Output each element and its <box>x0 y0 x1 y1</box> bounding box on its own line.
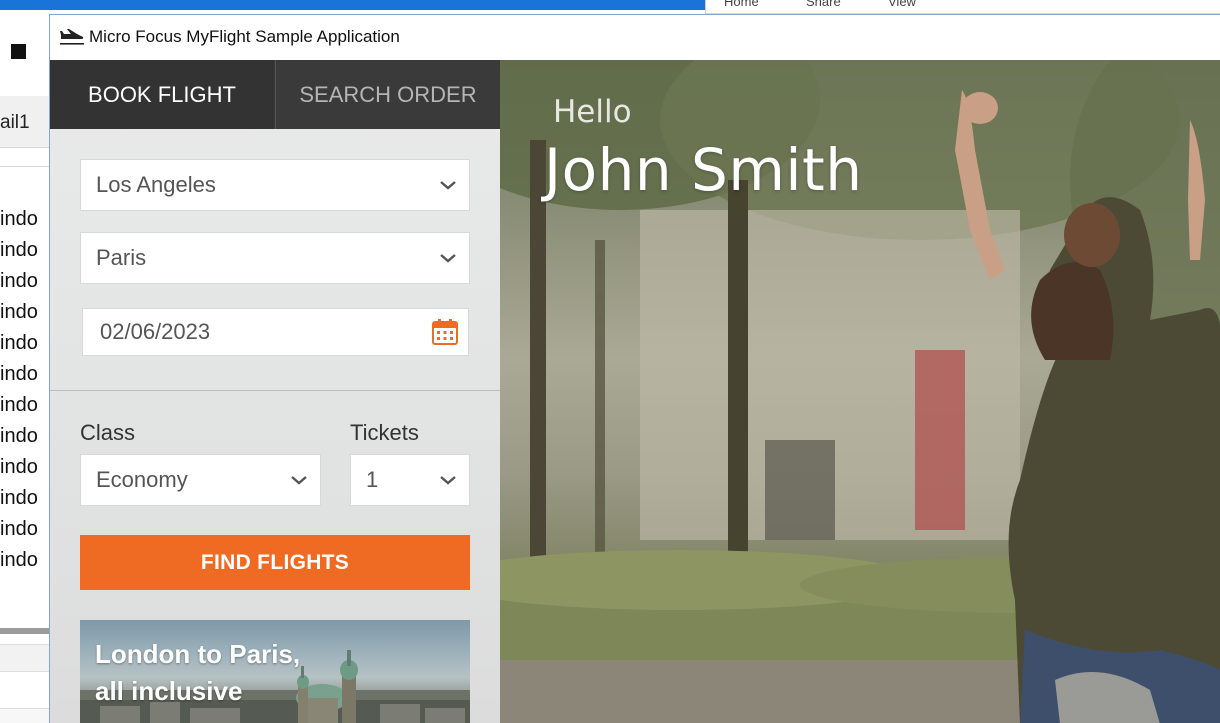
background-window-titlebar <box>0 0 705 10</box>
to-city-select[interactable]: Paris <box>80 232 470 284</box>
tab-search-order[interactable]: SEARCH ORDER <box>275 60 500 129</box>
title-bar[interactable]: Micro Focus MyFlight Sample Application <box>50 15 1220 60</box>
background-list-item[interactable]: indo <box>0 421 50 452</box>
tickets-label: Tickets <box>350 420 419 445</box>
class-label: Class <box>80 420 136 445</box>
promo-line-2: all inclusive <box>95 676 243 706</box>
background-list: indo indo indo indo indo indo indo indo … <box>0 204 50 576</box>
background-list-item[interactable]: indo <box>0 235 50 266</box>
greeting-user-name: John Smith <box>544 136 863 204</box>
background-list-item[interactable]: indo <box>0 545 50 576</box>
calendar-icon[interactable] <box>431 318 459 346</box>
booking-panel: BOOK FLIGHT SEARCH ORDER Los Angeles Par… <box>50 60 500 723</box>
background-list-item[interactable]: indo <box>0 297 50 328</box>
background-folder-item[interactable]: ail1 <box>0 96 50 148</box>
background-list-item[interactable]: indo <box>0 390 50 421</box>
background-list-item[interactable]: indo <box>0 359 50 390</box>
from-city-value: Los Angeles <box>96 172 216 197</box>
airplane-icon <box>60 29 84 45</box>
chevron-down-icon <box>440 181 456 190</box>
to-city-value: Paris <box>96 245 147 270</box>
tab-bar: BOOK FLIGHT SEARCH ORDER <box>50 60 500 129</box>
tickets-value: 1 <box>366 467 379 492</box>
hero-image: Hello John Smith <box>500 60 1220 723</box>
from-city-select[interactable]: Los Angeles <box>80 159 470 211</box>
background-scrollbar[interactable] <box>0 628 50 634</box>
tab-book-flight[interactable]: BOOK FLIGHT <box>50 60 274 129</box>
find-flights-button[interactable]: FIND FLIGHTS <box>80 535 470 590</box>
class-select[interactable]: Economy <box>80 454 321 506</box>
background-list-item[interactable]: indo <box>0 328 50 359</box>
background-list-item[interactable]: indo <box>0 514 50 545</box>
promo-banner[interactable]: London to Paris, all inclusive <box>80 620 470 723</box>
greeting-hello: Hello <box>553 94 632 130</box>
background-list-item[interactable]: indo <box>0 452 50 483</box>
background-list-item[interactable]: indo <box>0 266 50 297</box>
background-list-item[interactable]: indo <box>0 483 50 514</box>
app-window: Micro Focus MyFlight Sample Application … <box>49 14 1220 723</box>
chevron-down-icon <box>440 254 456 263</box>
background-ribbon: Home Share View <box>705 0 1220 14</box>
app-content: BOOK FLIGHT SEARCH ORDER Los Angeles Par… <box>50 60 1220 723</box>
departure-date-value: 02/06/2023 <box>100 319 211 344</box>
form-divider <box>50 390 500 391</box>
window-title: Micro Focus MyFlight Sample Application <box>89 27 400 46</box>
background-divider <box>0 166 50 167</box>
stop-icon[interactable] <box>11 44 26 59</box>
class-value: Economy <box>96 467 188 492</box>
ribbon-tab-home[interactable]: Home <box>724 0 759 9</box>
ribbon-tab-share[interactable]: Share <box>806 0 841 9</box>
promo-line-1: London to Paris, <box>95 639 301 669</box>
background-row <box>0 644 50 672</box>
background-row <box>0 708 50 723</box>
background-list-item[interactable]: indo <box>0 204 50 235</box>
background-folder-label: ail1 <box>0 112 30 133</box>
ribbon-tab-view[interactable]: View <box>888 0 916 9</box>
chevron-down-icon <box>291 476 307 485</box>
chevron-down-icon <box>440 476 456 485</box>
departure-date-field[interactable]: 02/06/2023 <box>82 308 469 356</box>
promo-text: London to Paris, all inclusive <box>95 636 335 710</box>
tickets-select[interactable]: 1 <box>350 454 470 506</box>
